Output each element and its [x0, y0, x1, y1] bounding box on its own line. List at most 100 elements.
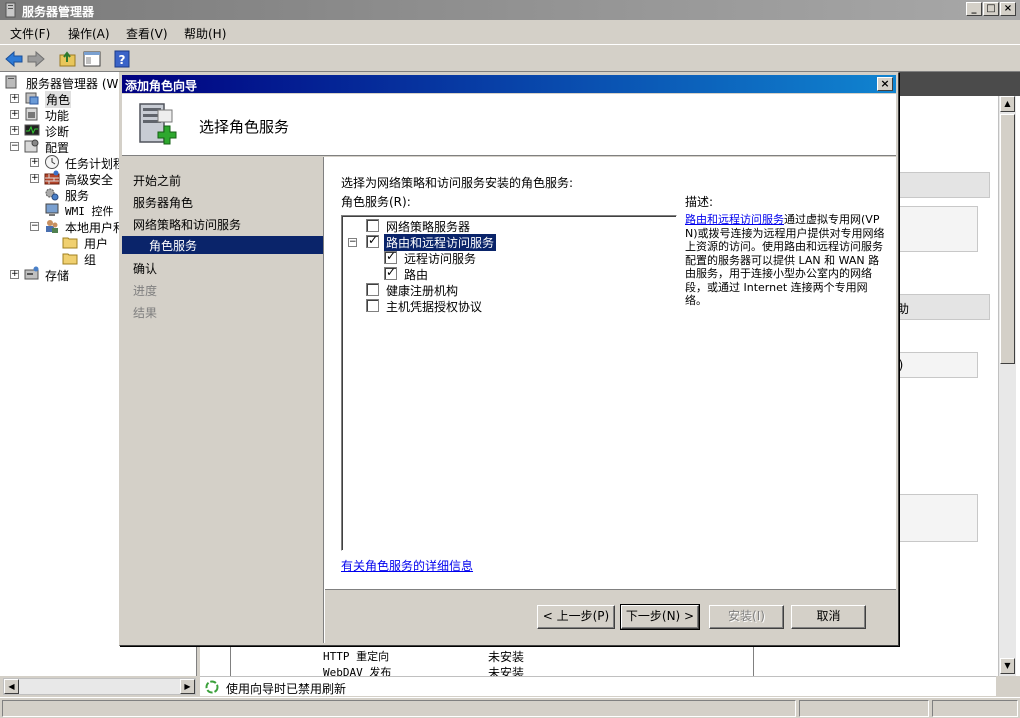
wizard-title: 添加角色向导: [125, 79, 198, 93]
collapse-icon[interactable]: −: [30, 222, 39, 231]
collapse-icon[interactable]: −: [10, 142, 19, 151]
maximize-button[interactable]: □: [983, 2, 999, 16]
users-icon: [46, 220, 58, 233]
up-folder-icon[interactable]: [58, 50, 78, 68]
scroll-up-button[interactable]: ▲: [1000, 96, 1015, 112]
features-icon: [25, 107, 38, 121]
table-row-status: 未安装: [488, 650, 525, 664]
wizard-close-button[interactable]: ×: [877, 77, 893, 91]
tree-item-configuration[interactable]: − 配置: [8, 138, 128, 155]
server-manager-icon: [5, 2, 16, 18]
window-title: 服务器管理器: [22, 5, 95, 19]
description-link[interactable]: 路由和远程访问服务: [685, 213, 784, 226]
refresh-disabled-text: 使用向导时已禁用刷新: [226, 682, 347, 696]
back-button[interactable]: < 上一步(P): [537, 605, 615, 629]
gears-icon: [45, 188, 59, 201]
wizard-header: 选择角色服务: [122, 94, 896, 156]
cancel-button[interactable]: 取消: [791, 605, 866, 629]
table-row-name: HTTP 重定向: [323, 650, 390, 663]
tree-label: WMI 控件: [65, 205, 114, 218]
roles-icon: [25, 92, 39, 105]
expand-icon[interactable]: +: [30, 174, 39, 183]
checkbox-hra[interactable]: [366, 283, 379, 296]
service-item-hcap[interactable]: 主机凭据授权协议: [346, 298, 646, 314]
menu-action[interactable]: 操作(A): [68, 25, 110, 42]
menu-help[interactable]: 帮助(H): [184, 25, 226, 42]
tree-label: 存储: [45, 269, 70, 283]
tree-item-storage[interactable]: + 存储: [8, 266, 128, 283]
expand-icon[interactable]: +: [10, 270, 19, 279]
collapse-icon[interactable]: −: [348, 238, 357, 247]
forward-arrow-icon[interactable]: [26, 50, 46, 68]
step-role-services[interactable]: 角色服务: [122, 236, 323, 254]
service-item-remote-access[interactable]: ✓ 远程访问服务: [366, 249, 646, 266]
status-segment: [799, 700, 929, 717]
main-window-titlebar: 服务器管理器 _ □ ×: [0, 0, 1020, 20]
service-label: 主机凭据授权协议: [386, 300, 483, 314]
minimize-button[interactable]: _: [966, 2, 982, 16]
step-role-services-label: 角色服务: [149, 239, 198, 253]
vertical-scrollbar[interactable]: ▲ ▼: [998, 96, 1016, 676]
wizard-titlebar: 添加角色向导 ×: [122, 75, 896, 93]
expand-icon[interactable]: +: [10, 110, 19, 119]
toolbar: ?: [0, 44, 1020, 72]
status-segment: [932, 700, 1018, 717]
checkbox-hcap[interactable]: [366, 299, 379, 312]
description-body: 通过虚拟专用网(VPN)或拨号连接为远程用户提供对专用网络上资源的访问。使用路由…: [685, 213, 885, 307]
server-icon: [5, 75, 17, 89]
service-item-hra[interactable]: 健康注册机构: [346, 282, 646, 298]
service-label: 健康注册机构: [386, 284, 459, 298]
expand-icon[interactable]: +: [10, 126, 19, 135]
help-icon[interactable]: ?: [112, 50, 132, 68]
intro-text: 选择为网络策略和访问服务安装的角色服务:: [341, 176, 574, 190]
tree-item-diagnostics[interactable]: + 诊断: [8, 122, 128, 139]
step-before-you-begin[interactable]: 开始之前: [133, 172, 181, 189]
close-button[interactable]: ×: [1000, 2, 1016, 16]
add-roles-wizard: 添加角色向导 × 选择角色服务 开始之前 服务器角色 网络策略和访问服务 角色服…: [119, 72, 899, 646]
clock-icon: [45, 155, 59, 169]
folder-icon: [62, 253, 78, 265]
status-bar: [0, 697, 1020, 718]
step-results: 结果: [133, 306, 158, 320]
role-services-table: HTTP 重定向 未安装 WebDAV 发布 未安装: [230, 644, 754, 680]
status-segment: [2, 700, 796, 717]
service-item-routing[interactable]: ✓ 路由: [366, 265, 646, 282]
step-server-roles[interactable]: 服务器角色: [133, 194, 193, 211]
more-info-link[interactable]: 有关角色服务的详细信息: [341, 557, 473, 574]
wizard-page-title: 选择角色服务: [199, 118, 290, 136]
horizontal-scrollbar[interactable]: ◀ ▶: [3, 678, 196, 695]
expand-icon[interactable]: +: [30, 158, 39, 167]
service-label: 远程访问服务: [404, 252, 477, 266]
expand-icon[interactable]: +: [10, 94, 19, 103]
service-item-rras[interactable]: − ✓ 路由和远程访问服务: [346, 233, 646, 252]
show-hide-tree-icon[interactable]: [82, 50, 102, 68]
description-label: 描述:: [685, 195, 714, 209]
service-label: 网络策略服务器: [386, 220, 471, 234]
role-services-list[interactable]: 网络策略服务器 − ✓ 路由和远程访问服务 ✓ 远程访问服务 ✓ 路由 健康注册…: [341, 215, 677, 551]
menu-file[interactable]: 文件(F): [10, 25, 50, 42]
service-item-nps[interactable]: 网络策略服务器: [346, 218, 646, 234]
scroll-down-button[interactable]: ▼: [1000, 658, 1015, 674]
refresh-status-bar: 使用向导时已禁用刷新: [200, 676, 996, 696]
checkmark-icon: ✓: [386, 265, 397, 279]
menu-bar: 文件(F) 操作(A) 查看(V) 帮助(H): [0, 20, 1020, 44]
scroll-thumb[interactable]: [1000, 114, 1015, 364]
step-npas[interactable]: 网络策略和访问服务: [133, 216, 241, 233]
back-arrow-icon[interactable]: [4, 50, 24, 68]
checkbox-nps[interactable]: [366, 219, 379, 232]
scroll-left-button[interactable]: ◀: [4, 679, 19, 694]
tree-item-features[interactable]: + 功能: [8, 106, 128, 123]
step-progress: 进度: [133, 284, 158, 298]
checkbox-rras[interactable]: ✓: [366, 233, 379, 248]
checkmark-icon: ✓: [386, 249, 397, 263]
next-button[interactable]: 下一步(N) >: [620, 604, 700, 630]
configuration-icon: [24, 139, 39, 153]
install-button: 安装(I): [709, 605, 784, 629]
step-confirmation[interactable]: 确认: [133, 260, 157, 277]
service-label: 路由: [404, 268, 429, 282]
tree-item-roles[interactable]: + 角色: [8, 90, 128, 108]
checkbox-remote-access[interactable]: ✓: [384, 249, 397, 264]
scroll-right-button[interactable]: ▶: [180, 679, 195, 694]
menu-view[interactable]: 查看(V): [126, 25, 168, 42]
checkbox-routing[interactable]: ✓: [384, 265, 397, 280]
